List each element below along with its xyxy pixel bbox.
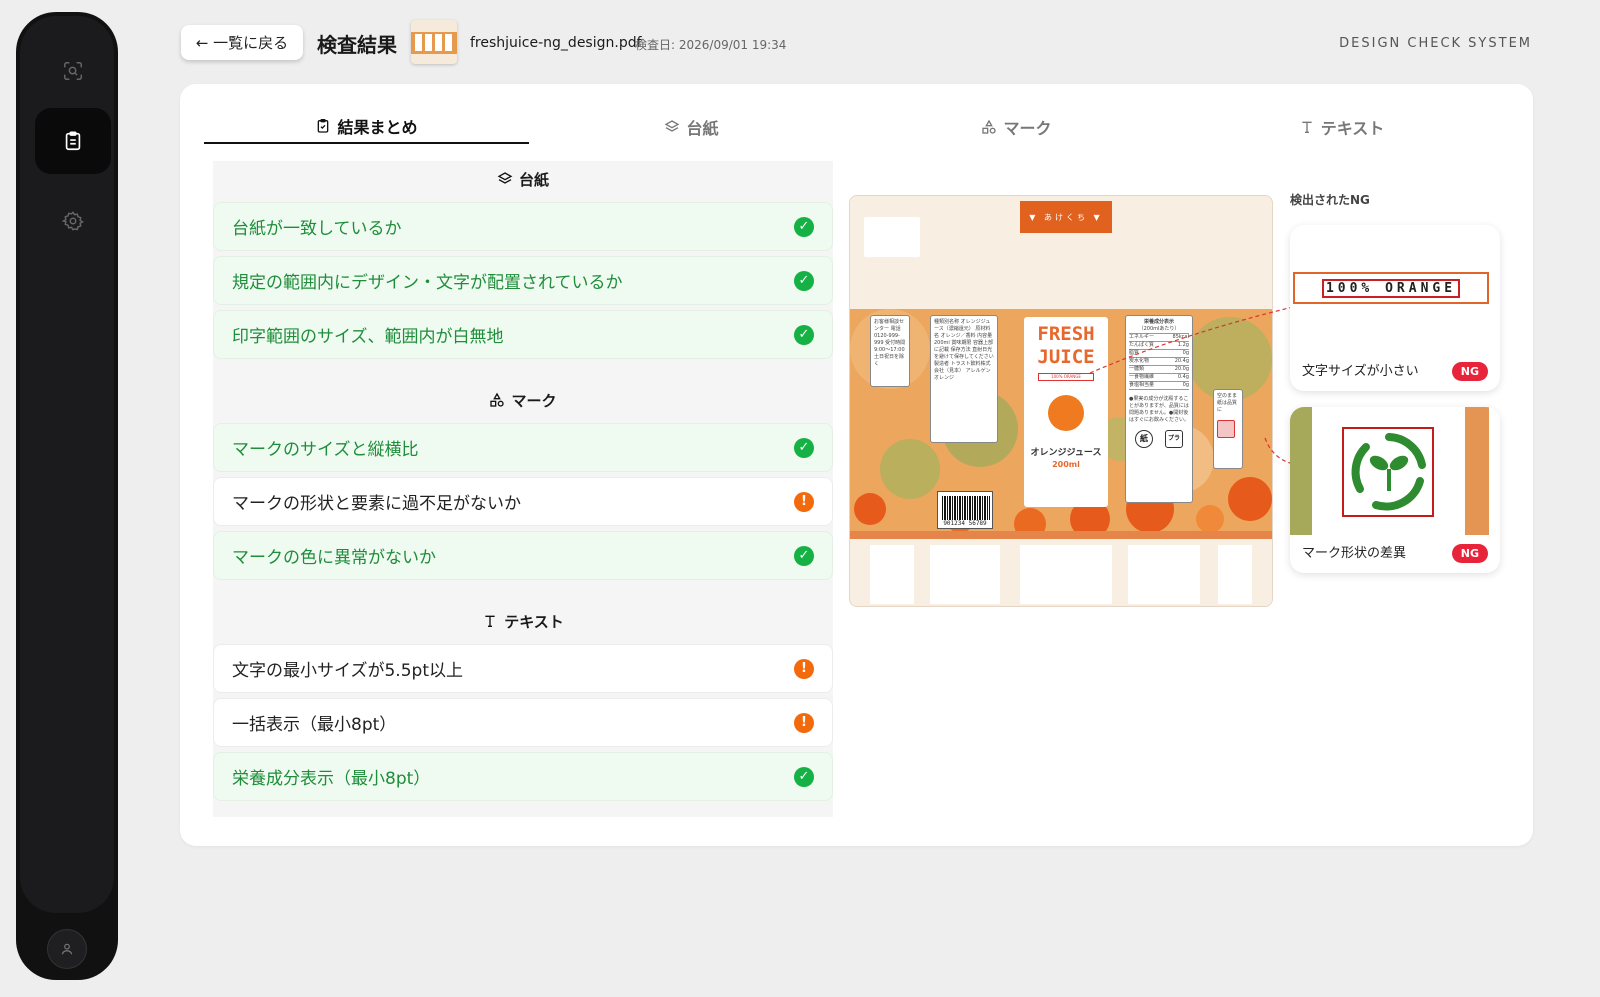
back-to-list-button[interactable]: ← 一覧に戻る (181, 25, 303, 60)
sidebar (16, 12, 118, 980)
ng-card-text-size[interactable]: 100% ORANGE 文字サイズが小さい NG (1290, 225, 1500, 391)
ng-card-caption: 文字サイズが小さい (1302, 364, 1419, 379)
check-item-label: マークの色に異常がないか (232, 548, 436, 568)
check-item-label: マークのサイズと縦横比 (232, 440, 419, 460)
section-daishi-heading: 台紙 (213, 169, 833, 189)
sidebar-item-settings[interactable] (35, 188, 111, 254)
check-item-label: 印字範囲のサイズ、範囲内が白無地 (232, 327, 504, 347)
gear-icon (62, 211, 84, 231)
check-item[interactable]: 印字範囲のサイズ、範囲内が白無地 ✓ (213, 310, 833, 359)
check-date: 検査日: 2026/09/01 19:34 (635, 38, 787, 52)
opening-tab: ▼ あけくち ▼ (1020, 201, 1112, 233)
check-item[interactable]: 一括表示（最小8pt） ! (213, 698, 833, 747)
bottom-flap (870, 545, 914, 604)
tab-text[interactable]: テキスト (1179, 110, 1504, 144)
bottom-flap (1218, 545, 1252, 604)
check-item-label: マークの形状と要素に過不足がないか (232, 494, 521, 514)
tab-mark-label: マーク (1003, 119, 1052, 138)
shapes-icon (490, 392, 505, 407)
check-item[interactable]: マークの色に異常がないか ✓ (213, 531, 833, 580)
ng-panel-title: 検出されたNG (1290, 193, 1370, 207)
layers-icon (497, 172, 513, 184)
ng-card-mark-shape[interactable]: マーク形状の差異 NG (1290, 407, 1500, 573)
check-ok-icon: ✓ (794, 270, 814, 291)
check-item-label: 台紙が一致しているか (232, 219, 402, 239)
sidebar-item-results[interactable] (35, 108, 111, 174)
bottom-flaps (850, 539, 1272, 606)
app-brand: DESIGN CHECK SYSTEM (1339, 36, 1532, 51)
check-item[interactable]: マークのサイズと縦横比 ✓ (213, 423, 833, 472)
check-item[interactable]: 規定の範囲内にデザイン・文字が配置されているか ✓ (213, 256, 833, 305)
text-icon (485, 615, 495, 627)
check-ok-icon: ✓ (794, 545, 814, 566)
ng-crop-image (1290, 407, 1500, 537)
ng-crop-highlight: 100% ORANGE (1293, 272, 1489, 304)
crop-bg-left (1290, 407, 1312, 535)
crop-bg-right (1465, 407, 1489, 535)
section-mark-heading: マーク (213, 390, 833, 410)
ng-badge: NG (1451, 544, 1488, 563)
check-item[interactable]: 台紙が一致しているか ✓ (213, 202, 833, 251)
check-item[interactable]: マークの形状と要素に過不足がないか ! (213, 477, 833, 526)
tab-daishi[interactable]: 台紙 (529, 110, 854, 144)
check-item-label: 文字の最小サイズが5.5pt以上 (232, 661, 463, 681)
check-ok-icon: ✓ (794, 324, 814, 345)
scan-search-icon (64, 62, 82, 80)
user-avatar-button[interactable] (47, 929, 87, 969)
file-name: freshjuice-ng_design.pdf (470, 35, 642, 51)
tab-summary[interactable]: 結果まとめ (204, 110, 529, 144)
section-text-title: テキスト (504, 612, 564, 631)
section-text-heading: テキスト (213, 611, 833, 631)
check-list: 台紙 台紙が一致しているか ✓ 規定の範囲内にデザイン・文字が配置されているか … (213, 161, 833, 817)
ng-card-caption: マーク形状の差異 (1302, 546, 1407, 561)
inquiry-panel: お客様相談センター 電話 0120-999-999 受付時間 9:00〜17:0… (870, 315, 910, 387)
ng-crop-text: 100% ORANGE (1321, 278, 1461, 298)
sidebar-nav (20, 16, 114, 913)
check-warning-icon: ! (794, 712, 814, 733)
product-info-panel: 種類別名称 オレンジジュース（濃縮還元） 原材料名 オレンジ／香料 内容量 20… (930, 315, 998, 443)
section-mark-title: マーク (511, 391, 557, 410)
check-ok-icon: ✓ (794, 437, 814, 458)
check-item-label: 一括表示（最小8pt） (232, 715, 397, 735)
recycle-mark-icon (1351, 433, 1426, 511)
print-area-box (864, 217, 920, 257)
check-item[interactable]: 栄養成分表示（最小8pt） ✓ (213, 752, 833, 801)
barcode-number: 901234 56789 (943, 520, 987, 527)
design-thumbnail[interactable] (411, 20, 457, 64)
bottom-flap (1020, 545, 1112, 604)
clipboard-check-icon (318, 119, 329, 133)
check-ok-icon: ✓ (794, 766, 814, 787)
ng-badge: NG (1451, 362, 1488, 381)
section-daishi-title: 台紙 (518, 170, 549, 189)
barcode-bars (942, 496, 990, 520)
layers-icon (665, 120, 680, 132)
shapes-icon (982, 119, 997, 134)
check-warning-icon: ! (794, 658, 814, 679)
tab-bar: 結果まとめ 台紙 マーク テキスト (204, 110, 1504, 146)
page-title: 検査結果 (317, 33, 397, 57)
tab-summary-label: 結果まとめ (337, 118, 418, 137)
check-warning-icon: ! (794, 491, 814, 512)
bottom-flap (1128, 545, 1200, 604)
bottom-flap (930, 545, 1000, 604)
tab-mark[interactable]: マーク (854, 110, 1179, 144)
text-icon (1302, 121, 1312, 133)
results-card: 結果まとめ 台紙 マーク テキスト 台紙 台紙が一致しているか ✓ 規定の範囲内… (180, 84, 1533, 846)
sidebar-item-scan[interactable] (35, 38, 111, 104)
ng-connector-lines (1089, 303, 1311, 467)
check-item-label: 栄養成分表示（最小8pt） (232, 769, 431, 789)
check-item[interactable]: 文字の最小サイズが5.5pt以上 ! (213, 644, 833, 693)
tab-text-label: テキスト (1320, 119, 1385, 138)
check-ok-icon: ✓ (794, 216, 814, 237)
clipboard-list-icon (65, 131, 81, 151)
tab-daishi-label: 台紙 (686, 119, 719, 138)
barcode: 901234 56789 (937, 491, 993, 529)
user-icon (61, 943, 73, 955)
check-item-label: 規定の範囲内にデザイン・文字が配置されているか (232, 273, 623, 293)
